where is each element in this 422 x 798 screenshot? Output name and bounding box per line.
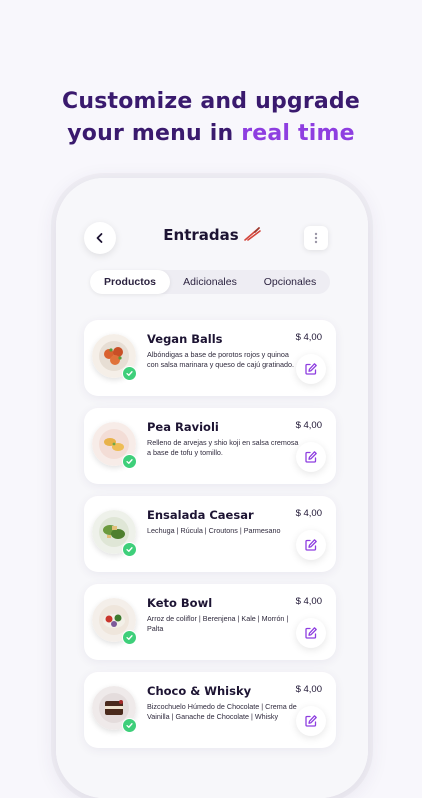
available-check-icon xyxy=(122,718,137,733)
edit-product-button[interactable] xyxy=(296,706,326,736)
product-card[interactable]: Ensalada Caesar Lechuga | Rúcula | Crout… xyxy=(84,496,336,572)
edit-icon xyxy=(305,715,317,727)
edit-product-button[interactable] xyxy=(296,530,326,560)
edit-icon xyxy=(305,627,317,639)
category-tabs: Productos Adicionales Opcionales xyxy=(90,270,330,294)
headline-line-2-prefix: your menu in xyxy=(67,121,242,146)
product-price: $ 4,00 xyxy=(295,332,322,343)
app-store-screenshot: { "headline": { "line1": "Customize and … xyxy=(0,0,422,798)
chopsticks-icon xyxy=(243,226,261,245)
product-description: Lechuga | Rúcula | Croutons | Parmesano xyxy=(147,526,281,535)
product-description: Bizcochuelo Húmedo de Chocolate | Crema … xyxy=(147,702,297,721)
marketing-headline: Customize and upgrade your menu in real … xyxy=(0,86,422,150)
product-name: Pea Ravioli xyxy=(147,420,219,434)
phone-frame: Entradas Productos Adicionales Opcionale… xyxy=(56,178,368,798)
tab-productos[interactable]: Productos xyxy=(90,270,170,294)
product-name: Vegan Balls xyxy=(147,332,223,346)
page-title-text: Entradas xyxy=(163,226,239,244)
edit-product-button[interactable] xyxy=(296,442,326,472)
product-name: Ensalada Caesar xyxy=(147,508,254,522)
edit-icon xyxy=(305,539,317,551)
more-options-button[interactable] xyxy=(304,226,328,250)
product-card[interactable]: Vegan Balls Albóndigas a base de porotos… xyxy=(84,320,336,396)
edit-product-button[interactable] xyxy=(296,618,326,648)
edit-icon xyxy=(305,451,317,463)
headline-line-2: your menu in real time xyxy=(0,118,422,150)
more-vertical-icon xyxy=(314,232,318,244)
product-card[interactable]: Keto Bowl Arroz de coliflor | Berenjena … xyxy=(84,584,336,660)
product-card[interactable]: Pea Ravioli Relleno de arvejas y shio ko… xyxy=(84,408,336,484)
available-check-icon xyxy=(122,366,137,381)
product-price: $ 4,00 xyxy=(295,684,322,695)
tab-adicionales[interactable]: Adicionales xyxy=(170,270,250,294)
product-name: Keto Bowl xyxy=(147,596,213,610)
product-name: Choco & Whisky xyxy=(147,684,252,698)
product-description: Relleno de arvejas y shio koji en salsa … xyxy=(147,438,299,457)
product-price: $ 4,00 xyxy=(295,596,322,607)
edit-product-button[interactable] xyxy=(296,354,326,384)
product-card[interactable]: Choco & Whisky Bizcochuelo Húmedo de Cho… xyxy=(84,672,336,748)
available-check-icon xyxy=(122,454,137,469)
tab-opcionales[interactable]: Opcionales xyxy=(250,270,330,294)
product-price: $ 4,00 xyxy=(295,420,322,431)
product-description: Albóndigas a base de porotos rojos y qui… xyxy=(147,350,295,369)
available-check-icon xyxy=(122,542,137,557)
available-check-icon xyxy=(122,630,137,645)
headline-line-1: Customize and upgrade xyxy=(61,89,361,114)
phone-side-button xyxy=(368,338,372,410)
product-description: Arroz de coliflor | Berenjena | Kale | M… xyxy=(147,614,289,633)
headline-accent: real time xyxy=(241,121,355,146)
product-price: $ 4,00 xyxy=(295,508,322,519)
edit-icon xyxy=(305,363,317,375)
